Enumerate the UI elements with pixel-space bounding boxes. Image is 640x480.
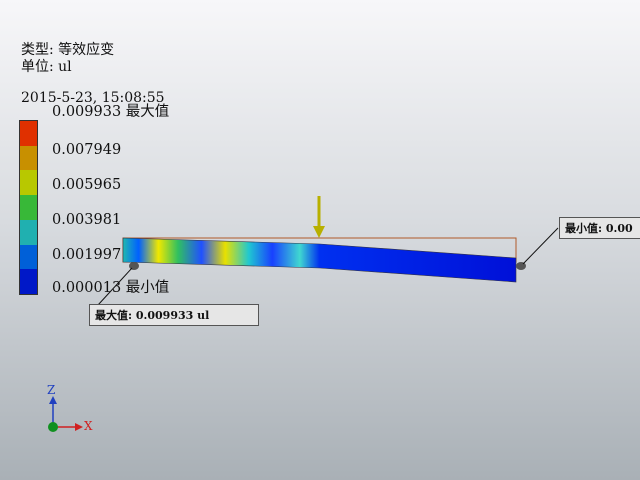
x-axis-arrow — [75, 423, 83, 431]
axis-origin — [48, 422, 58, 432]
z-axis-label: Z — [47, 383, 56, 397]
max-probe-marker[interactable] — [129, 262, 139, 270]
min-leader-line — [522, 227, 559, 265]
x-axis-label: X — [84, 419, 93, 433]
model-viewport[interactable] — [0, 0, 640, 480]
max-value-callout[interactable]: 最大值: 0.009933 ul — [89, 304, 259, 326]
max-leader-line — [97, 267, 133, 306]
min-probe-marker[interactable] — [516, 262, 526, 270]
min-value-callout[interactable]: 最小值: 0.00 — [559, 217, 640, 239]
z-axis-arrow — [49, 396, 57, 404]
load-arrow-head — [313, 226, 325, 238]
deformed-beam[interactable] — [122, 237, 517, 283]
